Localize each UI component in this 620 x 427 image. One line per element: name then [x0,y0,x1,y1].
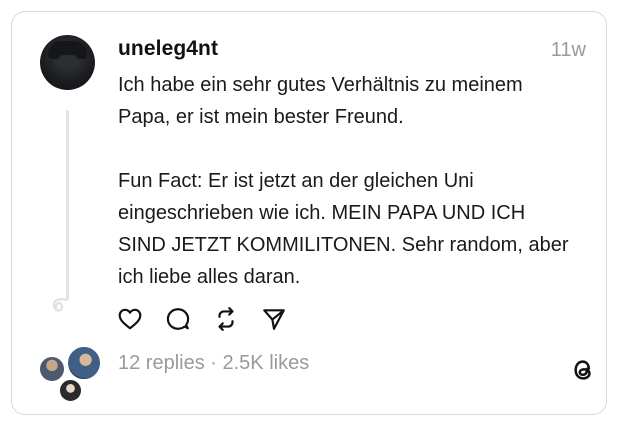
post-username[interactable]: uneleg4nt [118,37,218,61]
repost-button[interactable] [211,304,241,334]
replier-avatar [58,378,83,403]
reply-button[interactable] [163,304,193,334]
heart-icon [118,308,142,330]
send-icon [263,309,285,330]
replier-avatar [38,355,66,383]
thread-line [66,110,69,300]
post-paragraph-1: Ich habe ein sehr gutes Verhältnis zu me… [118,74,523,128]
post-paragraph-2: Fun Fact: Er ist jetzt an der gleichen U… [118,170,569,288]
avatar-face-shape [58,55,78,69]
replier-avatars[interactable] [38,345,102,403]
share-button[interactable] [259,304,289,334]
like-button[interactable] [115,304,145,334]
post-actions [115,304,289,334]
post-body: Ich habe ein sehr gutes Verhältnis zu me… [118,69,578,293]
replier-avatar [66,345,102,381]
post-stats[interactable]: 12 replies · 2.5K likes [118,352,309,375]
post-timestamp[interactable]: 11w [551,39,586,62]
comment-icon [166,308,190,330]
repost-icon [218,307,234,331]
loop-icon [52,298,68,312]
threads-logo-icon[interactable] [570,356,596,384]
author-avatar[interactable] [40,35,95,90]
